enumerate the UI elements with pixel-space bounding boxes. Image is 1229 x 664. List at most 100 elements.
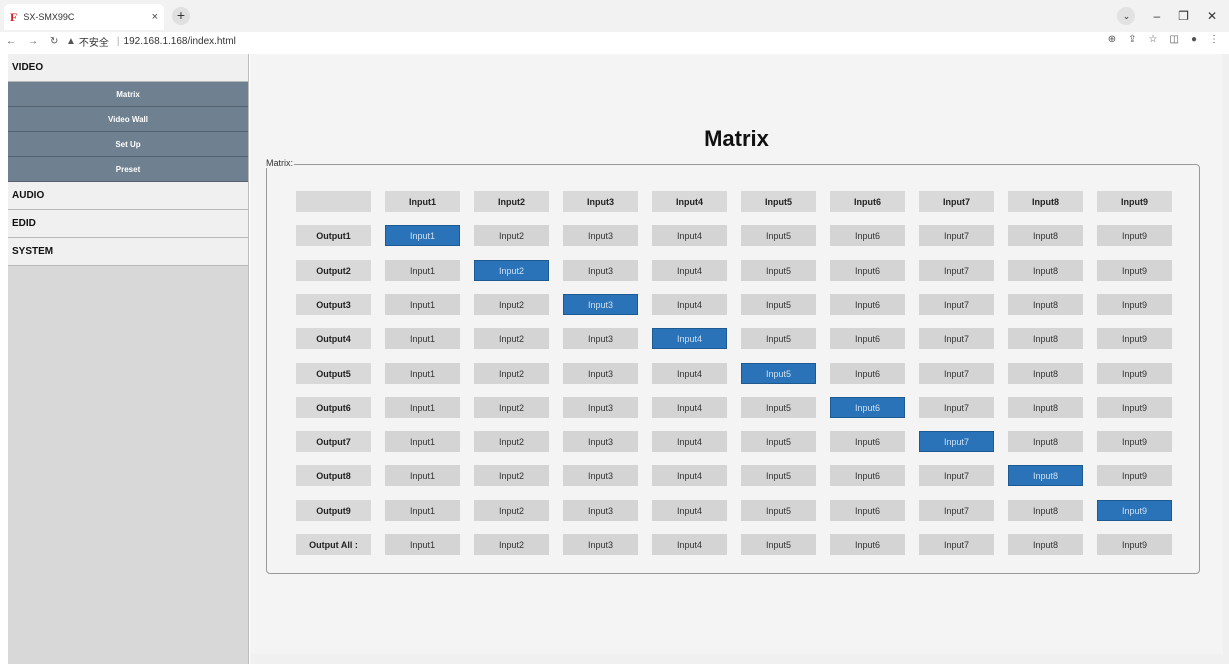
route-button-out3-in6[interactable]: Input6: [830, 294, 905, 315]
route-button-out6-in8[interactable]: Input8: [1008, 397, 1083, 418]
vertical-scrollbar[interactable]: [1223, 54, 1229, 664]
route-button-out7-in7[interactable]: Input7: [919, 431, 994, 452]
route-button-out10-in7[interactable]: Input7: [919, 534, 994, 555]
route-button-out7-in5[interactable]: Input5: [741, 431, 816, 452]
route-button-out3-in3[interactable]: Input3: [563, 294, 638, 315]
route-button-out7-in6[interactable]: Input6: [830, 431, 905, 452]
route-button-out5-in2[interactable]: Input2: [474, 363, 549, 384]
minimize-icon[interactable]: –: [1153, 9, 1160, 23]
route-button-out10-in3[interactable]: Input3: [563, 534, 638, 555]
route-button-out6-in5[interactable]: Input5: [741, 397, 816, 418]
route-button-out5-in3[interactable]: Input3: [563, 363, 638, 384]
route-button-out4-in1[interactable]: Input1: [385, 328, 460, 349]
route-button-out5-in6[interactable]: Input6: [830, 363, 905, 384]
close-window-icon[interactable]: ✕: [1207, 9, 1217, 23]
route-button-out8-in6[interactable]: Input6: [830, 465, 905, 486]
route-button-out4-in6[interactable]: Input6: [830, 328, 905, 349]
reload-icon[interactable]: ↻: [50, 36, 58, 47]
route-button-out8-in3[interactable]: Input3: [563, 465, 638, 486]
route-button-out1-in2[interactable]: Input2: [474, 225, 549, 246]
close-tab-icon[interactable]: ×: [152, 11, 158, 23]
route-button-out7-in8[interactable]: Input8: [1008, 431, 1083, 452]
route-button-out2-in1[interactable]: Input1: [385, 260, 460, 281]
route-button-out6-in1[interactable]: Input1: [385, 397, 460, 418]
route-button-out10-in4[interactable]: Input4: [652, 534, 727, 555]
route-button-out7-in9[interactable]: Input9: [1097, 431, 1172, 452]
route-button-out8-in1[interactable]: Input1: [385, 465, 460, 486]
route-button-out6-in4[interactable]: Input4: [652, 397, 727, 418]
sidebar-section-video[interactable]: VIDEO: [8, 54, 248, 82]
route-button-out5-in1[interactable]: Input1: [385, 363, 460, 384]
route-button-out10-in8[interactable]: Input8: [1008, 534, 1083, 555]
route-button-out9-in3[interactable]: Input3: [563, 500, 638, 521]
route-button-out9-in6[interactable]: Input6: [830, 500, 905, 521]
route-button-out9-in2[interactable]: Input2: [474, 500, 549, 521]
route-button-out9-in4[interactable]: Input4: [652, 500, 727, 521]
route-button-out4-in4[interactable]: Input4: [652, 328, 727, 349]
bookmark-star-icon[interactable]: ☆: [1149, 34, 1158, 45]
route-button-out1-in4[interactable]: Input4: [652, 225, 727, 246]
sidebar-item-matrix[interactable]: Matrix: [8, 82, 248, 107]
route-button-out9-in9[interactable]: Input9: [1097, 500, 1172, 521]
route-button-out3-in7[interactable]: Input7: [919, 294, 994, 315]
route-button-out7-in2[interactable]: Input2: [474, 431, 549, 452]
restore-icon[interactable]: ❐: [1178, 9, 1189, 23]
route-button-out6-in3[interactable]: Input3: [563, 397, 638, 418]
route-button-out1-in9[interactable]: Input9: [1097, 225, 1172, 246]
sidebar-section-audio[interactable]: AUDIO: [8, 182, 248, 210]
route-button-out3-in8[interactable]: Input8: [1008, 294, 1083, 315]
route-button-out9-in1[interactable]: Input1: [385, 500, 460, 521]
route-button-out2-in5[interactable]: Input5: [741, 260, 816, 281]
url-field[interactable]: 192.168.1.168/index.html: [124, 36, 236, 47]
route-button-out3-in9[interactable]: Input9: [1097, 294, 1172, 315]
route-button-out9-in7[interactable]: Input7: [919, 500, 994, 521]
back-icon[interactable]: ←: [6, 36, 16, 47]
browser-tab[interactable]: F SX-SMX99C ×: [4, 4, 164, 30]
sidebar-item-video-wall[interactable]: Video Wall: [8, 107, 248, 132]
route-button-out7-in4[interactable]: Input4: [652, 431, 727, 452]
route-button-out1-in6[interactable]: Input6: [830, 225, 905, 246]
route-button-out2-in9[interactable]: Input9: [1097, 260, 1172, 281]
route-button-out2-in2[interactable]: Input2: [474, 260, 549, 281]
route-button-out8-in7[interactable]: Input7: [919, 465, 994, 486]
route-button-out1-in8[interactable]: Input8: [1008, 225, 1083, 246]
route-button-out5-in9[interactable]: Input9: [1097, 363, 1172, 384]
route-button-out2-in4[interactable]: Input4: [652, 260, 727, 281]
share-icon[interactable]: ⇪: [1128, 34, 1136, 45]
route-button-out2-in8[interactable]: Input8: [1008, 260, 1083, 281]
route-button-out8-in9[interactable]: Input9: [1097, 465, 1172, 486]
route-button-out9-in5[interactable]: Input5: [741, 500, 816, 521]
security-label[interactable]: 不安全: [79, 34, 109, 49]
route-button-out2-in6[interactable]: Input6: [830, 260, 905, 281]
route-button-out8-in4[interactable]: Input4: [652, 465, 727, 486]
route-button-out5-in7[interactable]: Input7: [919, 363, 994, 384]
route-button-out4-in2[interactable]: Input2: [474, 328, 549, 349]
route-button-out4-in3[interactable]: Input3: [563, 328, 638, 349]
route-button-out6-in2[interactable]: Input2: [474, 397, 549, 418]
route-button-out10-in9[interactable]: Input9: [1097, 534, 1172, 555]
route-button-out10-in6[interactable]: Input6: [830, 534, 905, 555]
sidebar-item-preset[interactable]: Preset: [8, 157, 248, 182]
route-button-out8-in8[interactable]: Input8: [1008, 465, 1083, 486]
sidebar-section-system[interactable]: SYSTEM: [8, 238, 248, 266]
route-button-out2-in3[interactable]: Input3: [563, 260, 638, 281]
route-button-out10-in2[interactable]: Input2: [474, 534, 549, 555]
forward-icon[interactable]: →: [28, 36, 38, 47]
profile-icon[interactable]: ●: [1191, 34, 1197, 45]
route-button-out8-in5[interactable]: Input5: [741, 465, 816, 486]
route-button-out1-in1[interactable]: Input1: [385, 225, 460, 246]
new-tab-button[interactable]: +: [172, 7, 190, 25]
route-button-out7-in3[interactable]: Input3: [563, 431, 638, 452]
horizontal-scrollbar[interactable]: [250, 654, 1223, 664]
route-button-out4-in9[interactable]: Input9: [1097, 328, 1172, 349]
route-button-out3-in2[interactable]: Input2: [474, 294, 549, 315]
sidebar-section-edid[interactable]: EDID: [8, 210, 248, 238]
route-button-out7-in1[interactable]: Input1: [385, 431, 460, 452]
sidebar-item-set-up[interactable]: Set Up: [8, 132, 248, 157]
route-button-out3-in1[interactable]: Input1: [385, 294, 460, 315]
route-button-out1-in5[interactable]: Input5: [741, 225, 816, 246]
route-button-out10-in1[interactable]: Input1: [385, 534, 460, 555]
route-button-out4-in5[interactable]: Input5: [741, 328, 816, 349]
route-button-out1-in7[interactable]: Input7: [919, 225, 994, 246]
route-button-out3-in4[interactable]: Input4: [652, 294, 727, 315]
